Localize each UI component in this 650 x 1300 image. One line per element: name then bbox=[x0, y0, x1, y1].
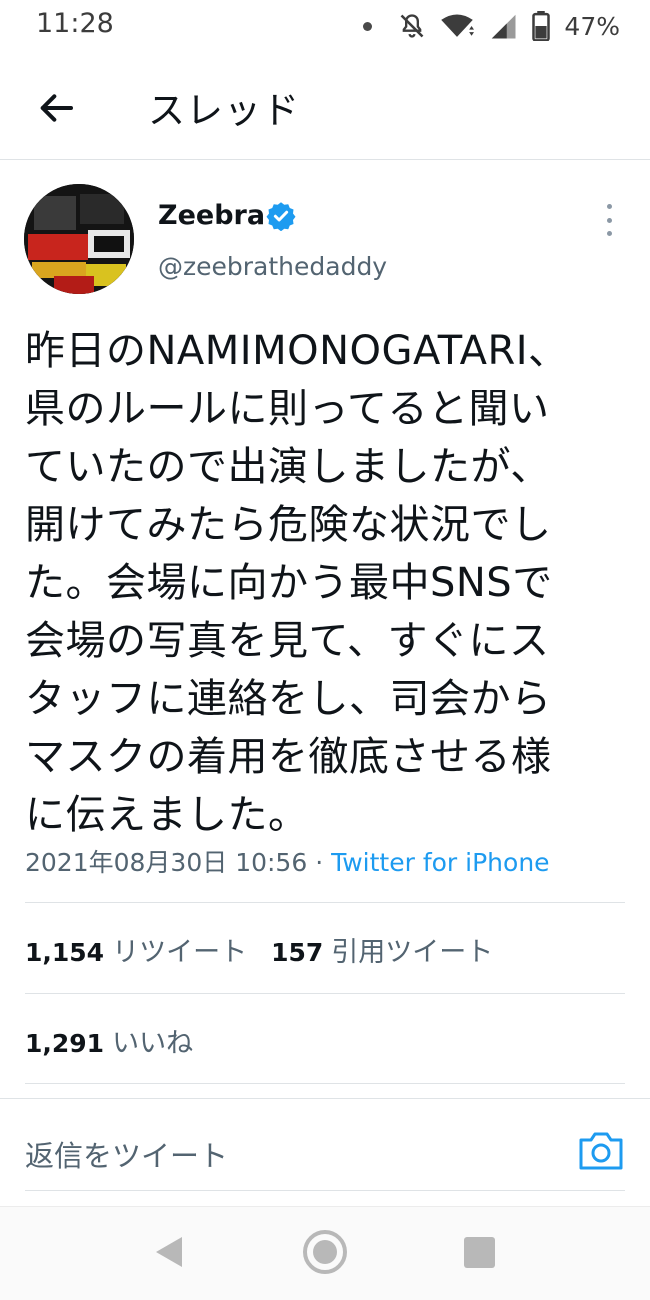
quotes-count: 157 bbox=[271, 938, 324, 967]
battery-percent: 47% bbox=[564, 11, 620, 41]
tweet-source-link[interactable]: Twitter for iPhone bbox=[331, 848, 549, 877]
status-time: 11:28 bbox=[36, 8, 114, 39]
camera-icon[interactable] bbox=[578, 1129, 624, 1171]
battery-icon bbox=[532, 11, 551, 41]
status-bar: 11:28 47% bbox=[0, 0, 650, 52]
meta-separator: · bbox=[307, 848, 332, 877]
back-button[interactable] bbox=[34, 86, 78, 130]
nav-recents-icon[interactable] bbox=[464, 1237, 495, 1268]
divider bbox=[25, 902, 625, 903]
quotes-stat[interactable]: 157 引用ツイート bbox=[271, 937, 517, 968]
avatar-image bbox=[24, 184, 134, 294]
retweet-stats-row: 1,154 リツイート 157 引用ツイート bbox=[25, 930, 517, 969]
nav-home-icon[interactable] bbox=[302, 1229, 348, 1275]
tweet-meta: 2021年08月30日 10:56 · Twitter for iPhone bbox=[25, 843, 550, 879]
arrow-left-icon bbox=[40, 94, 73, 122]
retweets-count: 1,154 bbox=[25, 938, 105, 967]
likes-count: 1,291 bbox=[25, 1029, 105, 1058]
retweets-label: リツイート bbox=[112, 937, 248, 968]
retweets-stat[interactable]: 1,154 リツイート bbox=[25, 937, 271, 968]
reply-underline bbox=[25, 1190, 625, 1191]
divider bbox=[25, 993, 625, 994]
dot-icon bbox=[363, 21, 373, 31]
more-dot bbox=[606, 204, 612, 209]
reply-bar: 返信をツイート bbox=[0, 1098, 650, 1204]
reply-input[interactable]: 返信をツイート bbox=[25, 1133, 228, 1175]
avatar[interactable] bbox=[24, 184, 134, 294]
nav-bar bbox=[0, 1206, 650, 1300]
quotes-label: 引用ツイート bbox=[331, 937, 494, 968]
wifi-icon bbox=[441, 14, 475, 37]
signal-icon bbox=[492, 14, 516, 39]
more-dot bbox=[606, 231, 612, 236]
likes-stat[interactable]: 1,291 いいね bbox=[25, 1028, 217, 1059]
notifications-muted-icon bbox=[401, 14, 424, 38]
status-icons: 47% bbox=[363, 10, 620, 42]
tweet-text: 昨日のNAMIMONOGATARI、 県のルールに則ってると聞い ていたので出演… bbox=[25, 328, 569, 838]
author-name[interactable]: Zeebra bbox=[158, 200, 265, 231]
likes-label: いいね bbox=[112, 1028, 194, 1059]
divider bbox=[25, 1083, 625, 1084]
page-title: スレッド bbox=[148, 89, 300, 132]
nav-back-icon[interactable] bbox=[152, 1235, 186, 1269]
author-handle[interactable]: @zeebrathedaddy bbox=[158, 252, 387, 281]
more-vertical-icon[interactable] bbox=[598, 204, 620, 236]
likes-stats-row: 1,291 いいね bbox=[25, 1021, 217, 1060]
tweet-timestamp[interactable]: 2021年08月30日 10:56 bbox=[25, 848, 307, 877]
more-dot bbox=[606, 217, 612, 223]
app-header: スレッド bbox=[0, 56, 650, 160]
verified-badge-icon bbox=[266, 202, 296, 231]
